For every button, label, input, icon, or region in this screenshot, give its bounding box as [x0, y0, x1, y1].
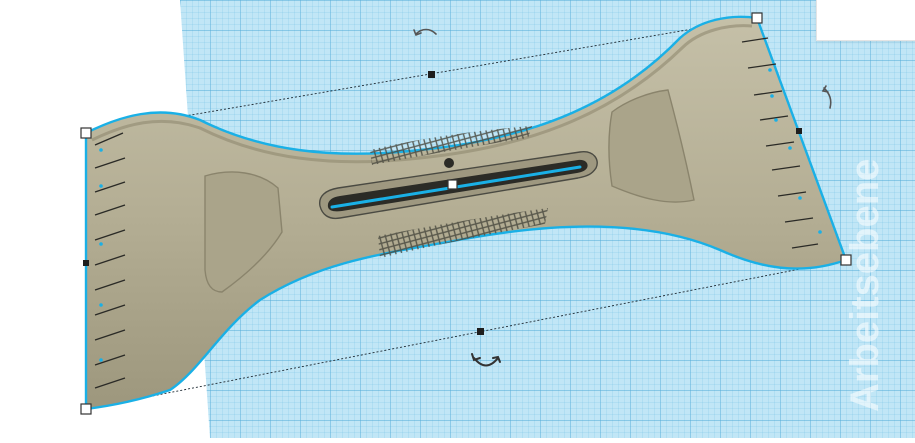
resize-handle-icon[interactable]: [80, 127, 92, 139]
resize-handle-icon[interactable]: [80, 403, 92, 415]
workplane-label: Arbeitsebene: [843, 159, 887, 412]
edge-handle-icon[interactable]: [83, 260, 89, 266]
edge-handle-icon[interactable]: [428, 71, 435, 78]
resize-handle-icon[interactable]: [751, 12, 763, 24]
edge-handle-icon[interactable]: [477, 328, 484, 335]
resize-handle-icon[interactable]: [840, 254, 852, 266]
3d-viewport[interactable]: Arbeitsebene: [0, 0, 915, 438]
edge-handle-icon[interactable]: [796, 128, 802, 134]
pin-hole: [444, 158, 454, 168]
resize-handle-icon[interactable]: [447, 179, 458, 190]
view-cube-panel[interactable]: [816, 0, 915, 41]
